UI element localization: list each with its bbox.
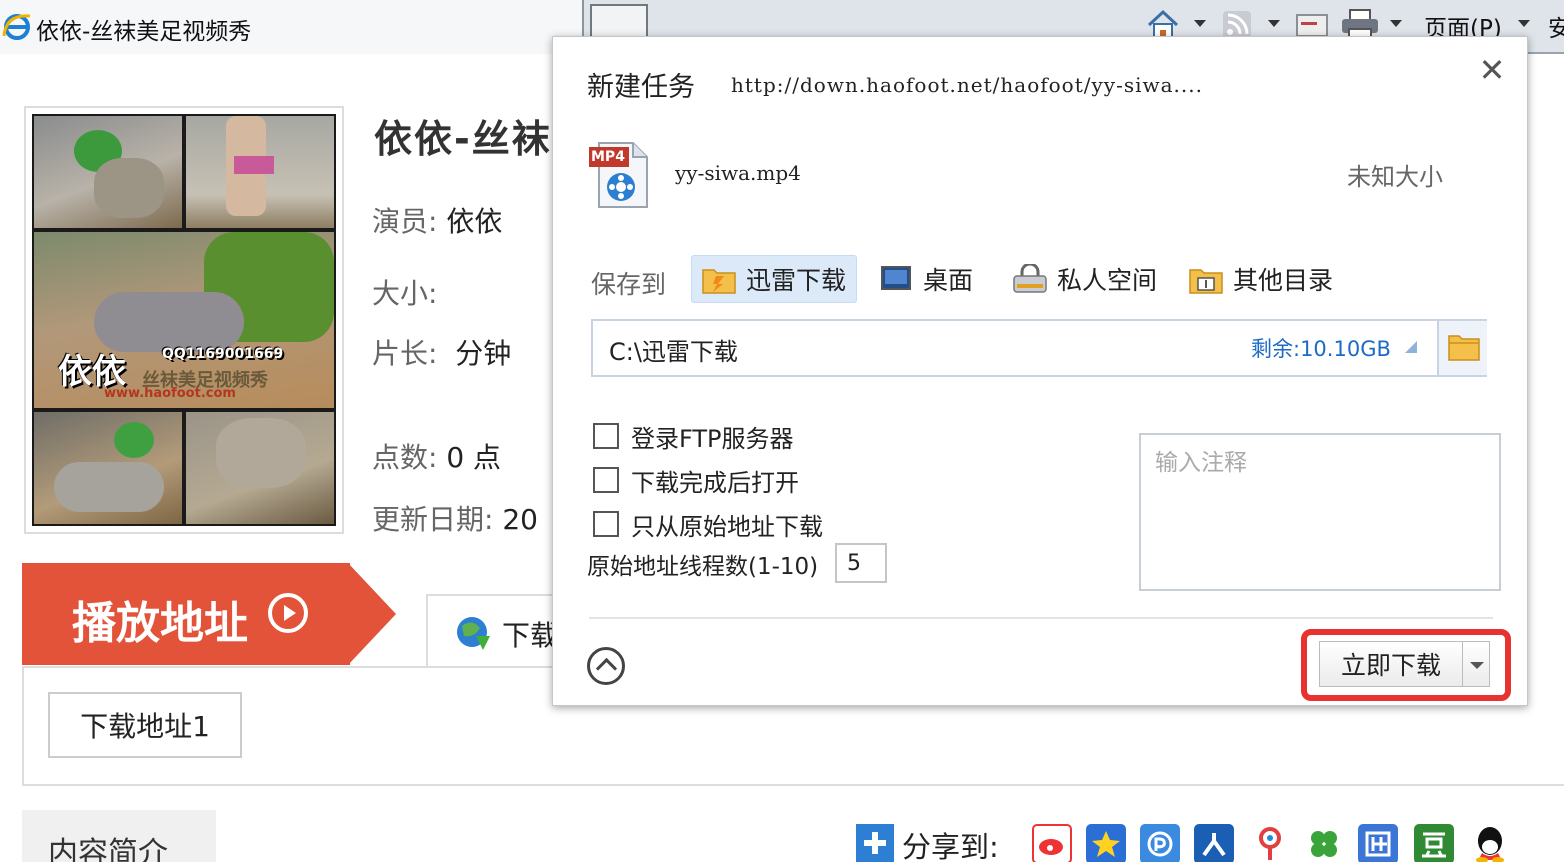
share-plus-icon[interactable] <box>856 824 894 862</box>
save-option-thunder[interactable]: 迅雷下载 <box>691 255 858 303</box>
kaixin-icon[interactable] <box>1304 824 1344 862</box>
close-icon[interactable]: ✕ <box>1477 54 1507 86</box>
size-row: 大小: <box>372 277 438 310</box>
tqq-icon[interactable] <box>1250 824 1290 862</box>
save-to-label: 保存到 <box>591 270 667 299</box>
thunder-folder-icon <box>702 264 736 294</box>
length-value: 分钟 <box>455 337 512 370</box>
pengyou-icon[interactable] <box>1140 824 1180 862</box>
desktop-icon <box>879 264 913 294</box>
banner-arrow <box>348 563 396 665</box>
ftp-login-checkbox[interactable] <box>593 423 619 449</box>
tab-title: 依依-丝袜美足视频秀 <box>36 19 252 45</box>
qzone-icon[interactable] <box>1086 824 1126 862</box>
download-options-dropdown[interactable] <box>1462 641 1490 687</box>
tab-download[interactable]: 下载 <box>426 594 566 668</box>
play-address-banner[interactable]: 播放地址 <box>22 563 350 665</box>
file-size: 未知大小 <box>1347 163 1443 191</box>
save-path-field[interactable]: C:\迅雷下载 剩余:10.10GB <box>591 319 1487 377</box>
private-drive-icon <box>1013 262 1047 294</box>
save-option-desktop[interactable]: 桌面 <box>869 255 983 303</box>
safety-menu[interactable]: 安 <box>1548 9 1564 43</box>
collapse-options-icon[interactable] <box>587 647 625 685</box>
download-link-1[interactable]: 下载地址1 <box>48 692 242 758</box>
tab-intro[interactable]: 内容简介 <box>22 810 216 862</box>
douban-icon[interactable] <box>1414 824 1454 862</box>
download-now-button[interactable]: 立即下载 <box>1319 641 1463 687</box>
actor-value: 依依 <box>446 205 503 238</box>
globe-download-icon <box>457 617 490 650</box>
save-option-other-dir[interactable]: 其他目录 <box>1179 255 1343 303</box>
open-after-download-checkbox[interactable] <box>593 467 619 493</box>
renren-icon[interactable] <box>1194 824 1234 862</box>
play-address-label: 播放地址 <box>72 598 248 649</box>
ftp-login-option[interactable]: 登录FTP服务器 <box>593 421 794 453</box>
file-type-label: MP4 <box>591 149 625 165</box>
qq-icon[interactable] <box>1470 824 1510 862</box>
watermark-url: www.haofoot.com <box>104 386 236 401</box>
original-address-only-option[interactable]: 只从原始地址下载 <box>593 509 823 541</box>
thumbnail-collage: 依依 QQ1169001669 丝袜美足视频秀 www.haofoot.com <box>32 114 336 526</box>
path-dropdown-icon[interactable] <box>1405 341 1417 353</box>
watermark-qq: QQ1169001669 <box>162 346 284 362</box>
other-folder-icon <box>1189 264 1223 294</box>
dialog-divider <box>589 617 1493 619</box>
new-task-dialog: 新建任务 http://down.haofoot.net/haofoot/yy-… <box>552 36 1528 706</box>
browser-tab-active[interactable]: 依依-丝袜美足视频秀 <box>0 0 584 54</box>
video-thumbnail[interactable]: 依依 QQ1169001669 丝袜美足视频秀 www.haofoot.com <box>24 106 344 534</box>
play-icon <box>268 593 308 633</box>
share-label: 分享到: <box>902 830 999 862</box>
save-path: C:\迅雷下载 <box>609 338 738 366</box>
update-row: 更新日期: 20 <box>372 503 538 536</box>
points-row: 点数: 0 点 <box>372 441 502 474</box>
rss-dropdown-icon[interactable] <box>1268 20 1280 27</box>
note-textarea[interactable]: 输入注释 <box>1139 433 1501 591</box>
length-row: 片长: 分钟 <box>372 337 512 370</box>
video-title: 依依-丝袜 <box>374 117 552 161</box>
original-address-only-checkbox[interactable] <box>593 511 619 537</box>
download-url: http://down.haofoot.net/haofoot/yy-siwa.… <box>731 73 1203 97</box>
open-after-download-option[interactable]: 下载完成后打开 <box>593 465 799 497</box>
remaining-space: 剩余:10.10GB <box>1251 337 1391 361</box>
browse-folder-button[interactable] <box>1437 321 1487 375</box>
save-option-private-space[interactable]: 私人空间 <box>1003 255 1167 303</box>
file-name: yy-siwa.mp4 <box>675 161 801 185</box>
actor-row: 演员: 依依 <box>372 205 503 238</box>
weibo-icon[interactable] <box>1032 824 1072 862</box>
tieba-icon[interactable] <box>1358 824 1398 862</box>
points-value: 0 点 <box>446 441 502 474</box>
dialog-title: 新建任务 <box>587 72 695 103</box>
threads-input[interactable]: 5 <box>835 543 887 583</box>
page-menu-dropdown-icon[interactable] <box>1518 20 1530 27</box>
folder-icon <box>1448 335 1480 361</box>
home-dropdown-icon[interactable] <box>1194 20 1206 27</box>
threads-label: 原始地址线程数(1-10) <box>587 554 819 580</box>
print-dropdown-icon[interactable] <box>1390 20 1402 27</box>
update-value: 20 <box>502 503 538 536</box>
ie-icon <box>2 14 31 40</box>
